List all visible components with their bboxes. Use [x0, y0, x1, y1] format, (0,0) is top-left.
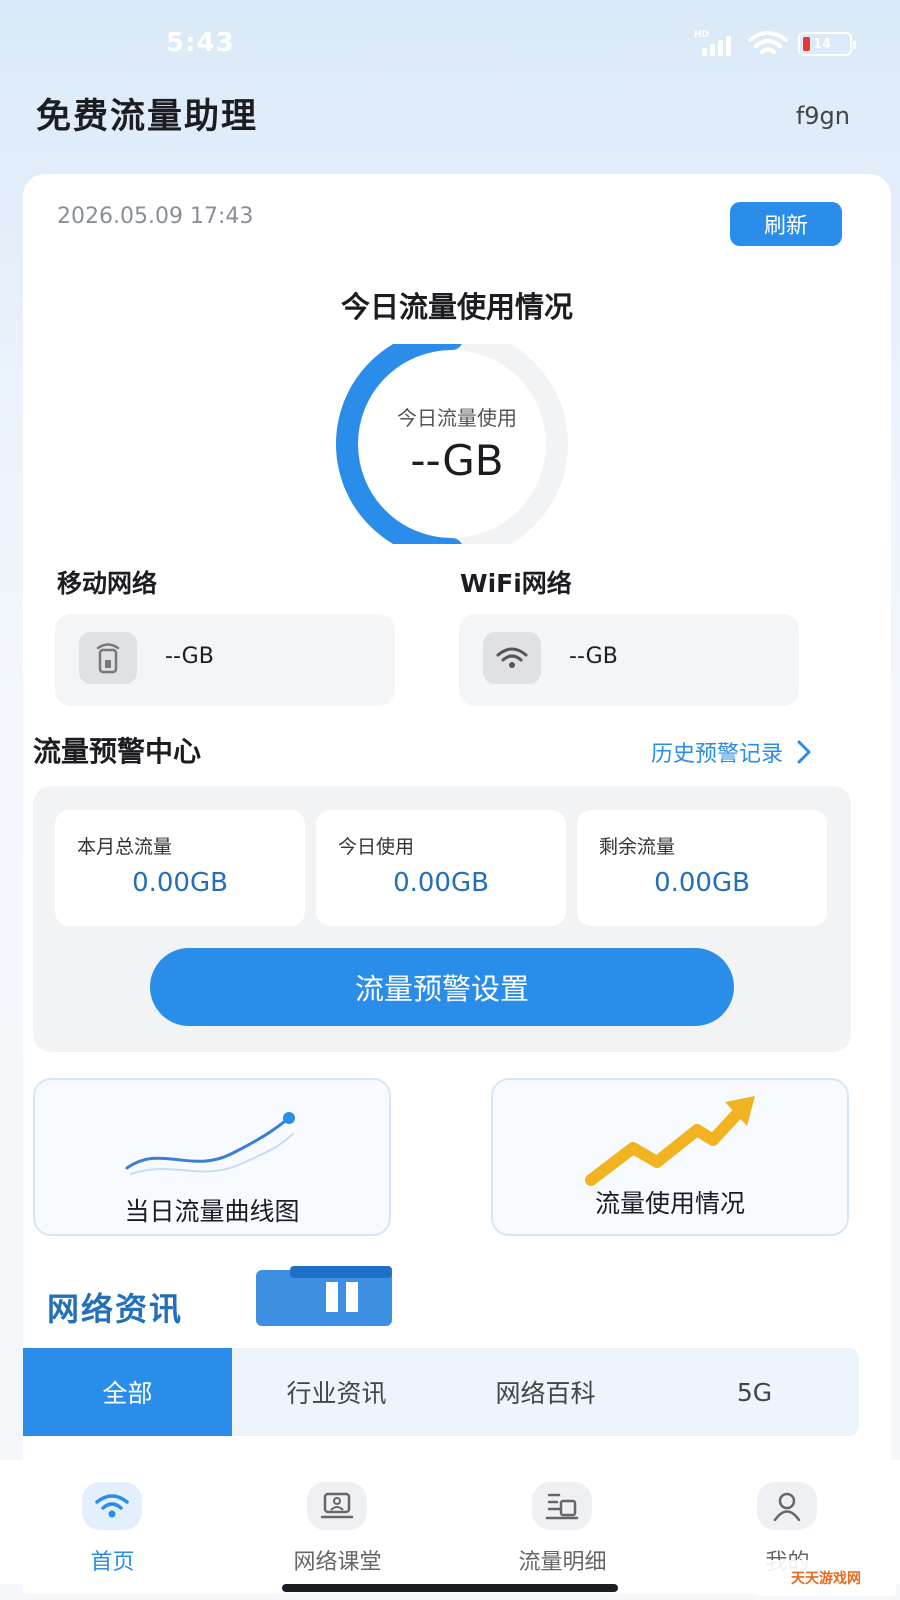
- trend-arrow-icon: [585, 1096, 755, 1186]
- battery-icon: 14: [798, 32, 856, 56]
- mobile-network-label: 移动网络: [57, 569, 158, 598]
- curve-chart-icon: [125, 1112, 295, 1175]
- nav-home[interactable]: 首页: [0, 1460, 225, 1584]
- usage-datetime: 2026.05.09 17:43: [57, 204, 254, 229]
- gauge-value: --GB: [410, 436, 504, 485]
- home-indicator: [282, 1584, 618, 1592]
- feature-label: 流量使用情况: [594, 1189, 745, 1218]
- user-icon: [757, 1482, 817, 1530]
- tab-industry-news[interactable]: 行业资讯: [232, 1348, 441, 1436]
- warning-center-title: 流量预警中心: [33, 735, 202, 768]
- history-warning-label: 历史预警记录: [651, 742, 784, 767]
- stat-monthly-total: 本月总流量 0.00GB: [55, 810, 305, 926]
- wifi-icon: [82, 1482, 142, 1530]
- watermark: 天天游戏网: [756, 1560, 896, 1596]
- nav-label: 网络课堂: [293, 1550, 382, 1575]
- wifi-network-label: WiFi网络: [460, 569, 572, 598]
- wifi-status-icon: [748, 31, 788, 54]
- usage-status-card[interactable]: 流量使用情况: [491, 1078, 849, 1236]
- status-bar: 5:43 HD 14: [0, 0, 900, 84]
- tab-network-wiki[interactable]: 网络百科: [441, 1348, 650, 1436]
- news-tab-bar: 全部 行业资讯 网络百科 5G: [23, 1348, 859, 1436]
- nav-traffic-detail[interactable]: 流量明细: [450, 1460, 675, 1584]
- wifi-network-box: --GB: [459, 614, 799, 706]
- mobile-network-value: --GB: [165, 644, 214, 669]
- nav-label: 流量明细: [518, 1550, 607, 1575]
- tab-5g[interactable]: 5G: [650, 1348, 859, 1436]
- status-time: 5:43: [166, 28, 235, 58]
- laptop-user-icon: [307, 1482, 367, 1530]
- status-icons: HD 14: [694, 30, 856, 58]
- history-warning-link[interactable]: 历史预警记录: [651, 736, 811, 768]
- stat-value: 0.00GB: [132, 868, 228, 898]
- wifi-network-value: --GB: [569, 644, 618, 669]
- detail-list-icon: [532, 1482, 592, 1530]
- news-banner-icon: [256, 1266, 392, 1326]
- chevron-right-icon: [797, 740, 811, 764]
- mobile-phone-icon: [79, 632, 137, 684]
- nav-network-class[interactable]: 网络课堂: [225, 1460, 450, 1584]
- main-card: 2026.05.09 17:43 刷新 今日流量使用情况 今日流量使用 --GB…: [23, 174, 891, 1594]
- stat-label: 本月总流量: [77, 836, 173, 858]
- news-title: 网络资讯: [47, 1290, 184, 1328]
- mobile-network-box: --GB: [55, 614, 395, 706]
- warning-panel: 本月总流量 0.00GB 今日使用 0.00GB 剩余流量 0.00GB 流量预…: [33, 786, 851, 1052]
- stat-today-used: 今日使用 0.00GB: [316, 810, 566, 926]
- signal-icon: HD: [694, 30, 738, 56]
- daily-curve-card[interactable]: 当日流量曲线图: [33, 1078, 391, 1236]
- tab-all[interactable]: 全部: [23, 1348, 232, 1436]
- wifi-icon: [483, 632, 541, 684]
- gauge-label: 今日流量使用: [397, 406, 517, 430]
- stat-remaining: 剩余流量 0.00GB: [577, 810, 827, 926]
- feature-label: 当日流量曲线图: [124, 1197, 300, 1226]
- app-title: 免费流量助理: [36, 97, 259, 137]
- stat-value: 0.00GB: [654, 868, 750, 898]
- nav-label: 首页: [90, 1550, 135, 1575]
- warning-settings-button[interactable]: 流量预警设置: [150, 948, 734, 1026]
- stat-label: 今日使用: [338, 836, 415, 858]
- usage-section-title: 今日流量使用情况: [340, 290, 573, 324]
- stat-value: 0.00GB: [393, 868, 489, 898]
- stat-label: 剩余流量: [599, 836, 676, 858]
- user-code: f9gn: [795, 102, 850, 130]
- refresh-button[interactable]: 刷新: [730, 202, 842, 246]
- battery-level: 14: [813, 36, 832, 52]
